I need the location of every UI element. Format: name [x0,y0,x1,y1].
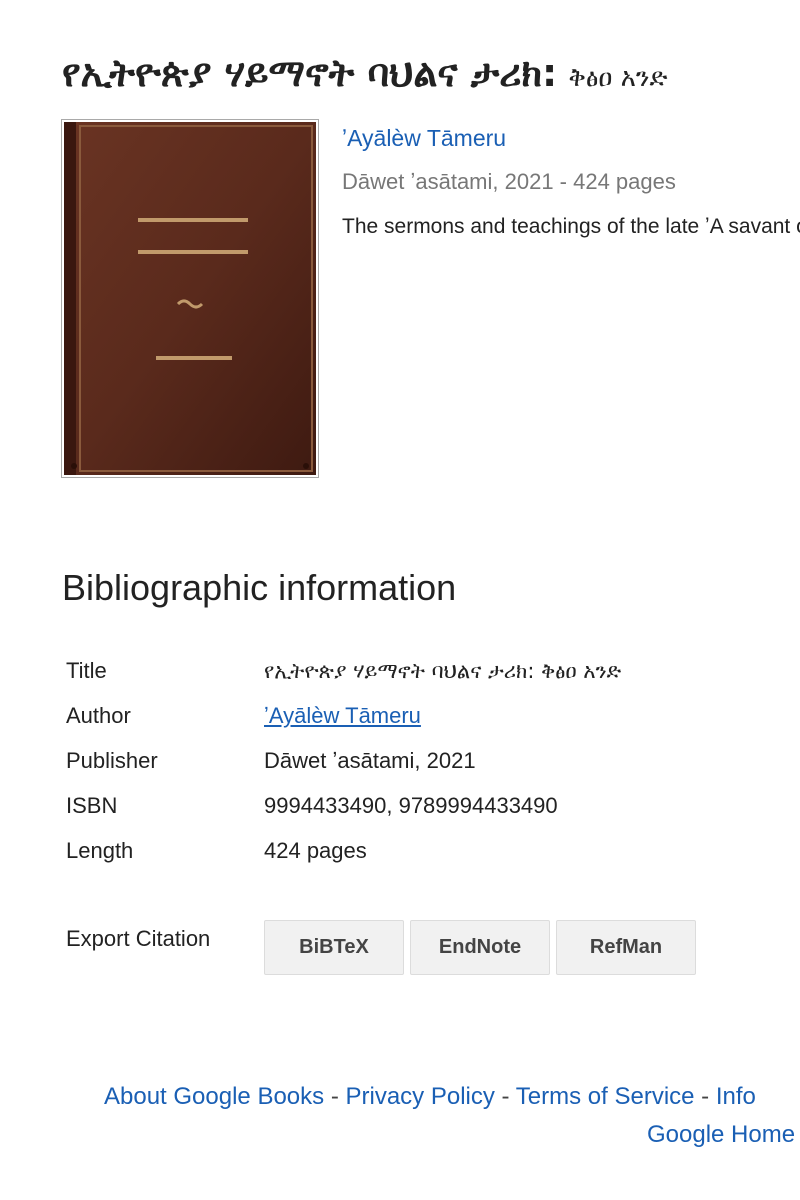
footer-link-about[interactable]: About Google Books [104,1083,324,1110]
footer-separator: - [330,1083,339,1110]
biblio-value-length: 424 pages [264,838,367,863]
footer-link-google-home[interactable]: Google Home [647,1121,795,1148]
bibtex-button[interactable]: BiBTeX [264,920,404,975]
footer: About Google Books - Privacy Policy - Te… [104,1078,800,1154]
book-description: The sermons and teachings of the late ʼA… [342,215,800,238]
bibliographic-heading: Bibliographic information [62,567,457,608]
biblio-value-publisher: Dāwet ʼasātami, 2021 [264,748,476,773]
page-title: የኢትዮጵያ ሃይማኖት ባህልና ታሪክ: ቅፅዐ አንድ [62,45,667,106]
book-title-sub: ቅፅዐ አንድ [568,63,668,94]
footer-link-info[interactable]: Info [716,1083,756,1110]
book-cover[interactable] [61,119,319,478]
refman-button[interactable]: RefMan [556,920,696,975]
publisher-line: Dāwet ʼasātami, 2021 - 424 pages [342,169,676,194]
biblio-value-title: የኢትዮጵያ ሃይማኖት ባህልና ታሪክ: ቅፅዐ አንድ [264,659,622,683]
footer-separator: - [501,1083,510,1110]
endnote-button[interactable]: EndNote [410,920,550,975]
biblio-label: Title [66,658,107,683]
biblio-value-isbn: 9994433490, 9789994433490 [264,793,558,818]
export-citation: Export Citation BiBTeX EndNote RefMan [66,920,766,976]
footer-link-terms[interactable]: Terms of Service [516,1083,695,1110]
footer-row: About Google Books - Privacy Policy - Te… [104,1078,800,1116]
footer-row: Google Home [104,1116,800,1154]
biblio-label: ISBN [66,793,118,818]
book-meta: ʼAyālèw Tāmeru Dāwet ʼasātami, 2021 - 42… [342,122,800,246]
author-link[interactable]: ʼAyālèw Tāmeru [342,122,800,154]
biblio-label: Length [66,838,134,863]
footer-link-privacy[interactable]: Privacy Policy [346,1083,495,1110]
biblio-label: Publisher [66,748,158,773]
biblio-label: Author [66,703,131,728]
export-citation-label: Export Citation [66,926,211,951]
biblio-author-link[interactable]: ʼAyālèw Tāmeru [264,695,421,737]
book-cover-icon [64,122,316,475]
footer-separator: - [701,1083,710,1110]
book-title-main: የኢትዮጵያ ሃይማኖት ባህልና ታሪክ: [62,51,558,96]
